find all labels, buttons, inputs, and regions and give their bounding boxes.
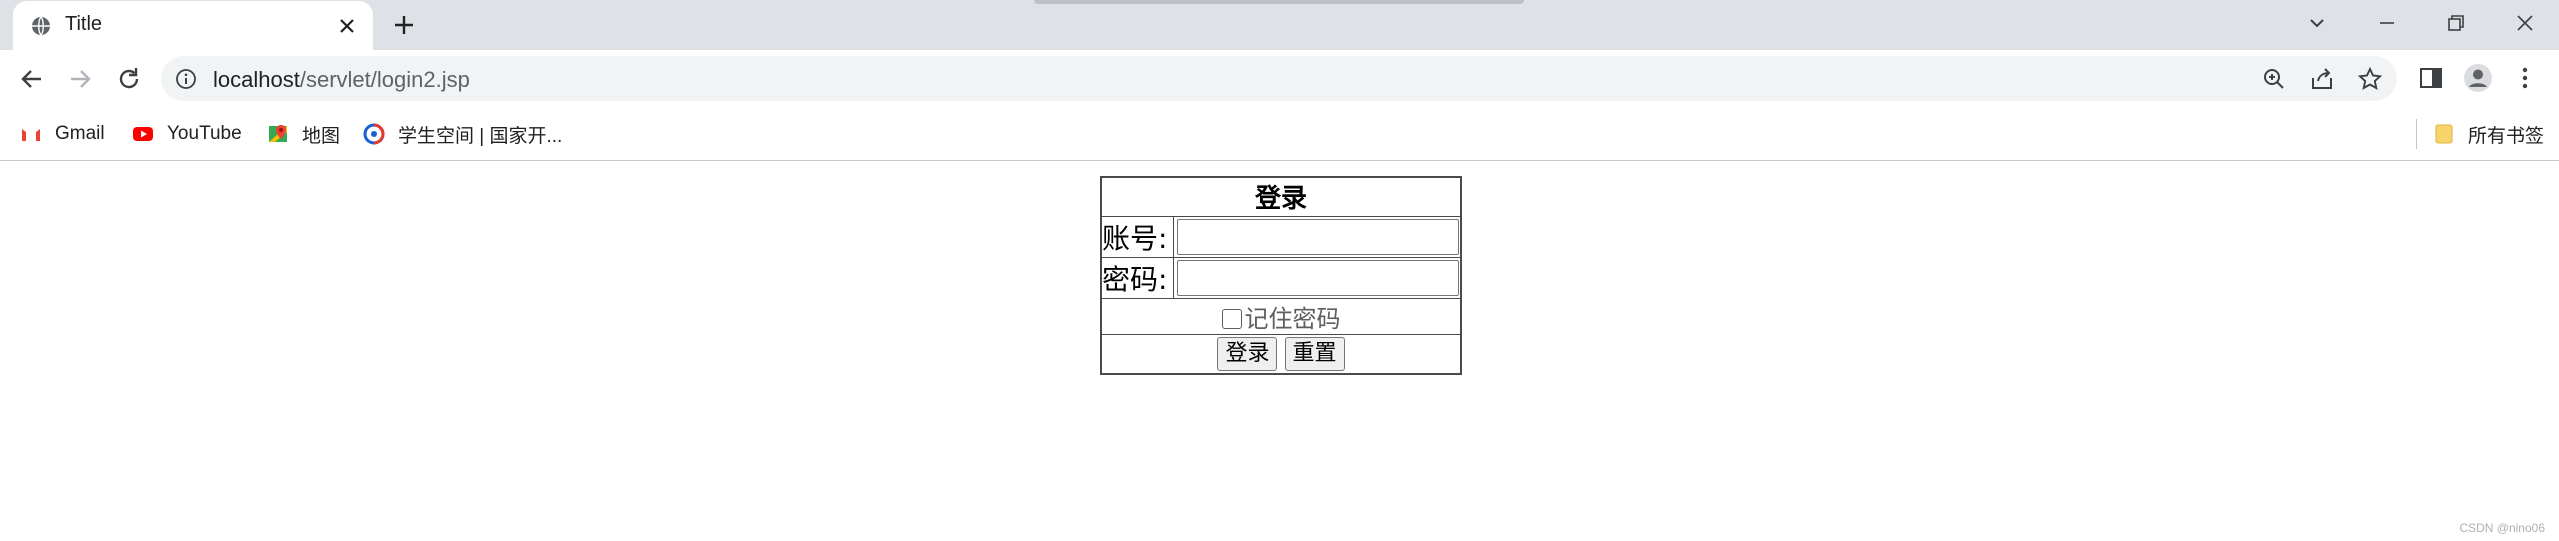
url-text[interactable]: localhost/servlet/login2.jsp xyxy=(213,67,470,93)
profile-avatar-icon[interactable] xyxy=(2463,63,2493,93)
bookmark-maps[interactable]: 地图 xyxy=(267,121,340,147)
login-form-table: 登录 账号: 密码: 记住密码 登录 重置 xyxy=(1100,176,1462,375)
globe-icon xyxy=(32,16,50,36)
address-bar[interactable]: localhost/servlet/login2.jsp xyxy=(161,56,2397,101)
minimize-icon[interactable] xyxy=(2372,8,2402,38)
active-tab[interactable]: Title xyxy=(13,1,373,50)
bookmark-label: 地图 xyxy=(302,125,341,147)
url-path: /servlet/login2.jsp xyxy=(299,67,470,92)
bookmark-label: Gmail xyxy=(55,123,105,144)
tab-title: Title xyxy=(65,13,103,35)
url-host: localhost xyxy=(213,67,300,92)
remember-label[interactable]: 记住密码 xyxy=(1245,305,1341,333)
close-tab-icon[interactable] xyxy=(335,14,359,38)
account-cell xyxy=(1173,215,1462,258)
password-input[interactable] xyxy=(1177,259,1459,296)
restore-icon[interactable] xyxy=(2441,8,2471,38)
bookmark-all-folder[interactable]: 所有书签 xyxy=(2433,121,2544,147)
password-label: 密码: xyxy=(1100,256,1174,299)
bookmark-student-space[interactable]: 学生空间 | 国家开... xyxy=(363,121,562,147)
login-title: 登录 xyxy=(1100,176,1462,217)
youtube-icon xyxy=(133,127,153,141)
bookmark-label: 学生空间 | 国家开... xyxy=(398,125,563,147)
bookmark-label: YouTube xyxy=(167,123,242,144)
edu-icon xyxy=(363,123,385,145)
new-tab-icon[interactable] xyxy=(390,11,418,39)
buttons-cell: 登录 重置 xyxy=(1100,333,1462,375)
share-icon[interactable] xyxy=(2309,66,2335,92)
site-info-icon[interactable] xyxy=(175,68,197,90)
bookmark-youtube[interactable]: YouTube xyxy=(132,121,242,147)
tab-strip-edge xyxy=(1034,0,1524,4)
bookmarks-separator xyxy=(2416,119,2417,149)
account-label: 账号: xyxy=(1100,215,1174,258)
gmail-icon xyxy=(22,128,40,141)
menu-dots-icon[interactable] xyxy=(2510,63,2540,93)
folder-icon xyxy=(2435,124,2453,144)
bookmark-label: 所有书签 xyxy=(2468,125,2545,147)
zoom-icon[interactable] xyxy=(2261,66,2287,92)
reload-icon[interactable] xyxy=(112,62,146,96)
forward-arrow-icon[interactable] xyxy=(63,62,97,96)
watermark: CSDN @nino06 xyxy=(2459,521,2545,535)
maps-icon xyxy=(269,125,287,142)
bookmark-gmail[interactable]: Gmail xyxy=(20,121,105,147)
close-window-icon[interactable] xyxy=(2510,8,2540,38)
remember-checkbox[interactable] xyxy=(1221,308,1242,329)
account-input[interactable] xyxy=(1177,218,1459,255)
tab-strip: Title xyxy=(0,0,2559,50)
back-arrow-icon[interactable] xyxy=(15,62,49,96)
browser-toolbar: localhost/servlet/login2.jsp xyxy=(0,50,2559,107)
reset-button[interactable]: 重置 xyxy=(1284,336,1345,371)
login-button[interactable]: 登录 xyxy=(1217,336,1278,371)
side-panel-icon[interactable] xyxy=(2416,63,2446,93)
bookmarks-bar: Gmail YouTube 地图 学生空间 | 国家开... 所有书签 xyxy=(0,107,2559,161)
remember-cell: 记住密码 xyxy=(1100,297,1462,335)
password-cell xyxy=(1173,256,1462,299)
tab-search-icon[interactable] xyxy=(2302,8,2332,38)
bookmark-star-icon[interactable] xyxy=(2357,66,2383,92)
